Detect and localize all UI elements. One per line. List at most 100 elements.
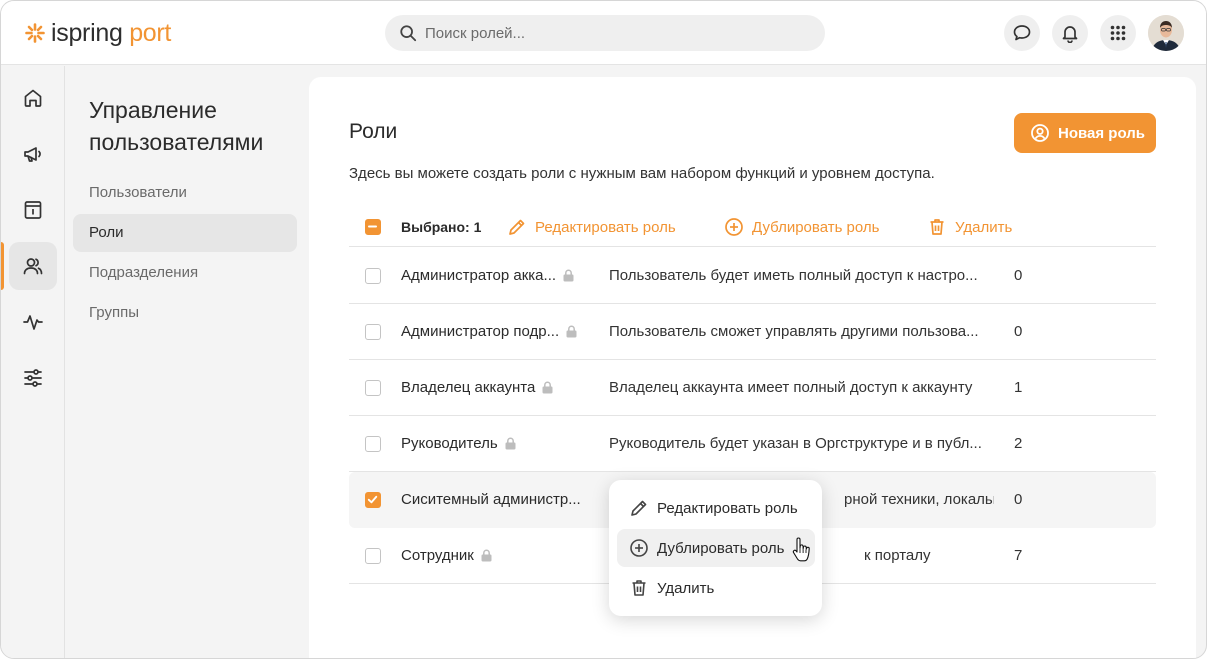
role-description: рной техники, локальн... [844,491,994,508]
role-user-count: 7 [1014,547,1023,564]
logo-main: ispring [51,18,123,47]
rail-announcements[interactable] [9,130,57,178]
rail-active-indicator [1,242,4,290]
user-circle-icon [1031,124,1049,142]
apps-button[interactable] [1100,15,1136,51]
role-name-text: Администратор акка... [401,267,557,284]
section-nav: Управление пользователями Пользователи Р… [66,66,309,658]
role-name: Сотрудник [401,547,493,564]
pencil-icon [631,500,647,516]
apps-grid-icon [1110,25,1126,41]
search-icon [400,25,417,42]
lock-icon [542,381,553,394]
nav-item-users[interactable]: Пользователи [73,174,297,212]
trash-icon [930,219,944,235]
role-user-count: 0 [1014,323,1023,340]
role-name-text: Руководитель [401,435,498,452]
megaphone-icon [24,147,41,162]
nav-item-roles[interactable]: Роли [73,214,297,252]
bell-icon [1062,26,1078,43]
rail-home[interactable] [9,74,57,122]
bulk-duplicate-label: Дублировать роль [752,218,880,236]
logo-text: ispring port [51,19,171,48]
row-checkbox[interactable] [365,380,381,396]
logo[interactable]: ispring port [25,18,171,48]
menu-edit-label: Редактировать роль [657,499,798,517]
role-description: Владелец аккаунта имеет полный доступ к … [609,379,973,396]
bulk-delete-button[interactable]: Удалить [927,217,1012,237]
rail-knowledge[interactable] [9,186,57,234]
role-name-text: Сотрудник [401,547,474,564]
row-checkbox[interactable] [365,268,381,284]
role-description: Руководитель будет указан в Оргструктуре… [609,435,982,452]
menu-delete-label: Удалить [657,579,715,597]
lock-icon [481,549,492,562]
menu-duplicate-role[interactable]: Дублировать роль [617,529,815,567]
table-row[interactable]: Руководитель Руководитель будет указан в… [349,416,1156,472]
role-name: Администратор акка... [401,267,575,284]
role-name-text: Администратор подр... [401,323,560,340]
role-user-count: 0 [1014,491,1023,508]
section-title: Управление пользователями [89,97,264,155]
role-user-count: 0 [1014,267,1023,284]
minus-icon [368,225,377,228]
icon-rail [1,66,65,658]
plus-circle-icon [630,539,648,557]
nav-item-groups[interactable]: Группы [73,294,297,332]
nav-item-departments[interactable]: Подразделения [73,254,297,292]
rail-users[interactable] [9,242,57,290]
hand-pointer-cursor-icon [792,537,810,562]
plus-circle-icon [725,218,743,236]
top-header: ispring port [1,1,1206,65]
lock-icon [505,437,516,450]
info-book-icon [24,201,42,219]
menu-duplicate-label: Дублировать роль [657,539,785,557]
role-user-count: 2 [1014,435,1023,452]
new-role-label: Новая роль [1058,124,1145,142]
bulk-duplicate-button[interactable]: Дублировать роль [724,217,879,237]
menu-delete-role[interactable]: Удалить [617,569,815,607]
search-bar[interactable] [385,15,825,51]
check-icon [367,495,378,504]
bulk-edit-button[interactable]: Редактировать роль [507,217,676,237]
notifications-button[interactable] [1052,15,1088,51]
lock-icon [563,269,574,282]
bulk-edit-label: Редактировать роль [535,218,676,236]
search-input[interactable] [425,24,805,42]
bulk-actions-bar: Выбрано: 1 Редактировать роль Дублироват… [349,209,1156,247]
pencil-icon [509,219,525,235]
page-subtitle: Здесь вы можете создать роли с нужным ва… [349,165,935,182]
row-checkbox-checked[interactable] [365,492,381,508]
avatar-image [1148,15,1184,51]
user-avatar[interactable] [1148,15,1184,51]
row-checkbox[interactable] [365,548,381,564]
users-icon [23,258,43,275]
home-icon [24,89,42,107]
new-role-button[interactable]: Новая роль [1014,113,1156,153]
row-checkbox[interactable] [365,436,381,452]
select-all-checkbox[interactable] [365,219,381,235]
logo-mark-icon [25,23,45,43]
table-row[interactable]: Администратор подр... Пользователь сможе… [349,304,1156,360]
role-description: к порталу [864,547,931,564]
chat-button[interactable] [1004,15,1040,51]
role-description: Пользователь будет иметь полный доступ к… [609,267,978,284]
settings-sliders-icon [24,369,42,387]
rail-settings[interactable] [9,354,57,402]
role-name: Администратор подр... [401,323,578,340]
chat-icon [1013,25,1031,41]
rail-analytics[interactable] [9,298,57,346]
trash-icon [632,580,646,596]
table-row[interactable]: Владелец аккаунта Владелец аккаунта имее… [349,360,1156,416]
role-name: Владелец аккаунта [401,379,554,396]
activity-icon [23,315,43,330]
row-checkbox[interactable] [365,324,381,340]
table-row[interactable]: Администратор акка... Пользователь будет… [349,248,1156,304]
logo-accent: port [122,18,172,47]
role-user-count: 1 [1014,379,1023,396]
menu-edit-role[interactable]: Редактировать роль [617,489,815,527]
role-name: Сиситемный администр... [401,491,581,508]
role-name: Руководитель [401,435,517,452]
selected-count: Выбрано: 1 [401,219,482,235]
role-description: Пользователь сможет управлять другими по… [609,323,979,340]
